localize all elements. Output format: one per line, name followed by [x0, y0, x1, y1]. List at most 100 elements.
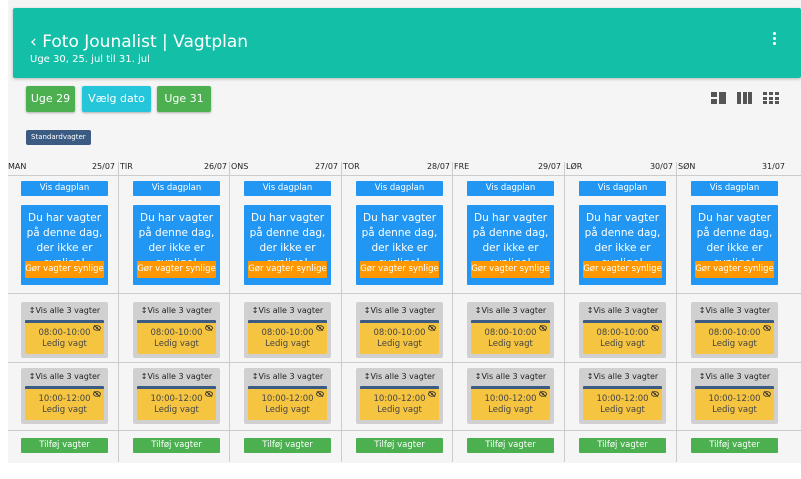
day-date: 31/07 — [761, 162, 785, 171]
day-header: LØR 30/07 — [566, 162, 678, 176]
show-all-shifts-button[interactable]: ↕Vis alle 3 vagter — [579, 370, 666, 383]
day-name: TIR — [120, 162, 133, 171]
show-all-shifts-button[interactable]: ↕Vis alle 3 vagter — [691, 370, 778, 383]
show-all-shifts-button[interactable]: ↕Vis alle 3 vagter — [691, 304, 778, 317]
prev-week-button[interactable]: Uge 29 — [26, 86, 75, 112]
pick-date-button[interactable]: Vælg dato — [82, 86, 151, 112]
shift-group: ↕Vis alle 3 vagter 08:00-10:00 Ledig vag… — [691, 302, 778, 358]
show-all-shifts-button[interactable]: ↕Vis alle 3 vagter — [244, 370, 331, 383]
make-visible-button[interactable]: Gør vagter synlige — [137, 261, 216, 278]
add-shifts-button[interactable]: Tilføj vagter — [21, 438, 108, 453]
show-all-shifts-button[interactable]: ↕Vis alle 3 vagter — [21, 370, 108, 383]
shift-status: Ledig vagt — [377, 339, 422, 349]
hidden-shifts-notice: Du har vagter på denne dag, der ikke er … — [133, 205, 220, 285]
show-dayplan-button[interactable]: Vis dagplan — [133, 181, 220, 196]
show-all-shifts-button[interactable]: ↕Vis alle 3 vagter — [467, 304, 554, 317]
chevron-left-icon[interactable]: ‹ — [30, 32, 37, 52]
shift-group: ↕Vis alle 3 vagter 10:00-12:00 Ledig vag… — [691, 368, 778, 424]
shift-card[interactable]: 08:00-10:00 Ledig vagt — [25, 320, 104, 354]
shift-time: 08:00-10:00 — [150, 328, 203, 338]
view-week-icon[interactable] — [737, 92, 752, 104]
shift-card[interactable]: 08:00-10:00 Ledig vagt — [695, 320, 774, 354]
day-name: LØR — [566, 162, 583, 171]
shift-card[interactable]: 08:00-10:00 Ledig vagt — [248, 320, 327, 354]
show-dayplan-button[interactable]: Vis dagplan — [21, 181, 108, 196]
shift-time: 08:00-10:00 — [596, 328, 649, 338]
shift-group: ↕Vis alle 3 vagter 08:00-10:00 Ledig vag… — [244, 302, 331, 358]
show-all-shifts-button[interactable]: ↕Vis alle 3 vagter — [467, 370, 554, 383]
shift-card[interactable]: 10:00-12:00 Ledig vagt — [248, 386, 327, 420]
shift-time: 10:00-12:00 — [484, 394, 537, 404]
add-shifts-button[interactable]: Tilføj vagter — [133, 438, 220, 453]
page-title-text: Foto Jounalist | Vagtplan — [42, 32, 249, 52]
show-all-shifts-button[interactable]: ↕Vis alle 3 vagter — [21, 304, 108, 317]
column-divider — [452, 162, 453, 462]
day-header: FRE 29/07 — [454, 162, 566, 176]
show-all-shifts-button[interactable]: ↕Vis alle 3 vagter — [356, 304, 443, 317]
shift-card[interactable]: 10:00-12:00 Ledig vagt — [25, 386, 104, 420]
divider — [8, 430, 801, 431]
shift-card[interactable]: 08:00-10:00 Ledig vagt — [583, 320, 662, 354]
divider — [8, 362, 801, 363]
shift-card[interactable]: 10:00-12:00 Ledig vagt — [471, 386, 550, 420]
app-header: ‹ Foto Jounalist | Vagtplan Uge 30, 25. … — [13, 8, 801, 78]
show-all-shifts-button[interactable]: ↕Vis alle 3 vagter — [579, 304, 666, 317]
make-visible-button[interactable]: Gør vagter synlige — [471, 261, 550, 278]
standard-shifts-tag[interactable]: Standardvagter — [26, 130, 91, 145]
show-dayplan-button[interactable]: Vis dagplan — [244, 181, 331, 196]
divider — [8, 293, 801, 294]
shift-status: Ledig vagt — [600, 339, 645, 349]
shift-time: 08:00-10:00 — [261, 328, 314, 338]
show-all-shifts-button[interactable]: ↕Vis alle 3 vagter — [244, 304, 331, 317]
shift-status: Ledig vagt — [600, 405, 645, 415]
next-week-button[interactable]: Uge 31 — [157, 86, 211, 112]
show-dayplan-button[interactable]: Vis dagplan — [579, 181, 666, 196]
shift-card[interactable]: 10:00-12:00 Ledig vagt — [137, 386, 216, 420]
view-compact-icon[interactable] — [711, 92, 726, 104]
day-name: ONS — [231, 162, 249, 171]
page-title[interactable]: ‹ Foto Jounalist | Vagtplan — [30, 32, 248, 52]
show-all-shifts-button[interactable]: ↕Vis alle 3 vagter — [133, 370, 220, 383]
make-visible-button[interactable]: Gør vagter synlige — [25, 261, 104, 278]
shift-card[interactable]: 10:00-12:00 Ledig vagt — [695, 386, 774, 420]
shift-card[interactable]: 08:00-10:00 Ledig vagt — [471, 320, 550, 354]
column-divider — [229, 162, 230, 462]
column-divider — [118, 162, 119, 462]
show-dayplan-button[interactable]: Vis dagplan — [691, 181, 778, 196]
shift-card[interactable]: 08:00-10:00 Ledig vagt — [360, 320, 439, 354]
day-name: TOR — [343, 162, 360, 171]
shift-status: Ledig vagt — [488, 405, 533, 415]
shift-group: ↕Vis alle 3 vagter 08:00-10:00 Ledig vag… — [356, 302, 443, 358]
add-shifts-button[interactable]: Tilføj vagter — [356, 438, 443, 453]
shift-card[interactable]: 08:00-10:00 Ledig vagt — [137, 320, 216, 354]
shift-card[interactable]: 10:00-12:00 Ledig vagt — [583, 386, 662, 420]
show-all-shifts-button[interactable]: ↕Vis alle 3 vagter — [356, 370, 443, 383]
make-visible-button[interactable]: Gør vagter synlige — [695, 261, 774, 278]
show-dayplan-button[interactable]: Vis dagplan — [467, 181, 554, 196]
add-shifts-button[interactable]: Tilføj vagter — [579, 438, 666, 453]
shift-status: Ledig vagt — [42, 339, 87, 349]
shift-group: ↕Vis alle 3 vagter 10:00-12:00 Ledig vag… — [579, 368, 666, 424]
view-module-icon[interactable] — [763, 92, 779, 104]
add-shifts-button[interactable]: Tilføj vagter — [244, 438, 331, 453]
show-dayplan-button[interactable]: Vis dagplan — [356, 181, 443, 196]
day-header: MAN 25/07 — [8, 162, 120, 176]
shift-group: ↕Vis alle 3 vagter 08:00-10:00 Ledig vag… — [467, 302, 554, 358]
day-date: 26/07 — [203, 162, 227, 171]
shift-time: 10:00-12:00 — [708, 394, 761, 404]
shift-time: 10:00-12:00 — [596, 394, 649, 404]
hidden-shifts-notice: Du har vagter på denne dag, der ikke er … — [579, 205, 666, 285]
show-all-shifts-button[interactable]: ↕Vis alle 3 vagter — [133, 304, 220, 317]
shift-status: Ledig vagt — [265, 405, 310, 415]
make-visible-button[interactable]: Gør vagter synlige — [248, 261, 327, 278]
make-visible-button[interactable]: Gør vagter synlige — [360, 261, 439, 278]
shift-status: Ledig vagt — [265, 339, 310, 349]
shift-status: Ledig vagt — [488, 339, 533, 349]
add-shifts-button[interactable]: Tilføj vagter — [467, 438, 554, 453]
more-vert-icon[interactable] — [771, 32, 777, 48]
day-header: TIR 26/07 — [120, 162, 232, 176]
shift-card[interactable]: 10:00-12:00 Ledig vagt — [360, 386, 439, 420]
add-shifts-button[interactable]: Tilføj vagter — [691, 438, 778, 453]
shift-time: 08:00-10:00 — [708, 328, 761, 338]
make-visible-button[interactable]: Gør vagter synlige — [583, 261, 662, 278]
